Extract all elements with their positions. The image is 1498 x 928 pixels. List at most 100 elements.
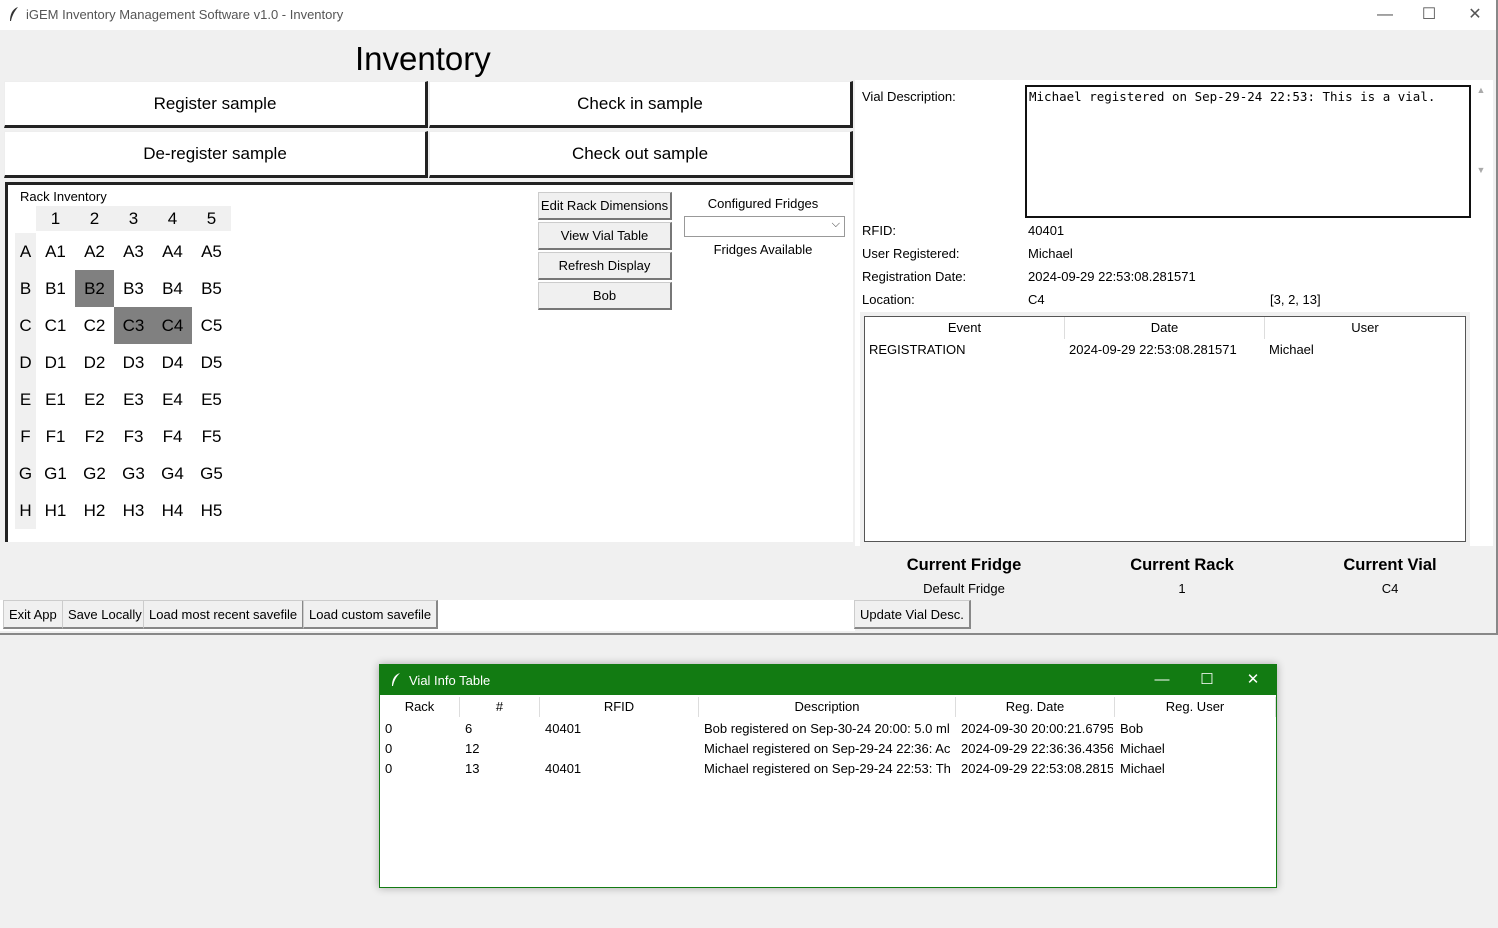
location-coords: [3, 2, 13] xyxy=(1270,292,1321,307)
minimize-icon[interactable]: — xyxy=(1142,669,1182,691)
save-locally-button[interactable]: Save Locally xyxy=(62,600,149,629)
row-header: E xyxy=(15,381,36,418)
vial-table-header[interactable]: Description xyxy=(699,697,956,717)
rack-cell-d4[interactable]: D4 xyxy=(153,344,192,381)
rack-cell-e5[interactable]: E5 xyxy=(192,381,231,418)
table-cell: 40401 xyxy=(545,721,582,736)
current-rack-heading: Current Rack xyxy=(1130,556,1234,574)
rack-cell-c5[interactable]: C5 xyxy=(192,307,231,344)
rack-cell-h5[interactable]: H5 xyxy=(192,492,231,529)
rfid-label: RFID: xyxy=(862,223,896,238)
edit-rack-dimensions-button[interactable]: Edit Rack Dimensions xyxy=(538,192,672,220)
chevron-down-icon: ⌵ xyxy=(831,218,840,230)
rack-cell-f5[interactable]: F5 xyxy=(192,418,231,455)
rack-cell-f1[interactable]: F1 xyxy=(36,418,75,455)
rack-cell-c3[interactable]: C3 xyxy=(114,307,153,344)
rack-cell-g3[interactable]: G3 xyxy=(114,455,153,492)
vial-table-header[interactable]: Reg. User xyxy=(1115,697,1276,717)
rack-cell-d1[interactable]: D1 xyxy=(36,344,75,381)
rack-cell-g5[interactable]: G5 xyxy=(192,455,231,492)
description-scrollbar[interactable]: ▲ ▼ xyxy=(1476,85,1486,218)
table-cell: 2024-09-29 22:53:08.2815 xyxy=(961,761,1113,776)
vial-table-header[interactable]: RFID xyxy=(540,697,699,717)
table-cell: Michael registered on Sep-29-24 22:36: A… xyxy=(704,741,951,756)
register-sample-button[interactable]: Register sample xyxy=(4,81,428,128)
rack-cell-c2[interactable]: C2 xyxy=(75,307,114,344)
view-vial-table-button[interactable]: View Vial Table xyxy=(538,222,672,250)
vial-table-header[interactable]: Rack xyxy=(380,697,460,717)
user-header[interactable]: User xyxy=(1265,317,1465,339)
vial-description-label: Vial Description: xyxy=(862,89,956,104)
minimize-icon[interactable]: — xyxy=(1365,4,1405,26)
rack-cell-c1[interactable]: C1 xyxy=(36,307,75,344)
current-fridge-heading: Current Fridge xyxy=(906,556,1022,574)
rack-cell-h4[interactable]: H4 xyxy=(153,492,192,529)
table-cell: 2024-09-30 20:00:21.6795( xyxy=(961,721,1113,736)
rack-cell-a4[interactable]: A4 xyxy=(153,233,192,270)
table-cell: 6 xyxy=(465,721,473,736)
vial-window-title-bar: Vial Info Table — ☐ ✕ xyxy=(380,665,1276,695)
fridges-available-label: Fridges Available xyxy=(713,242,813,257)
rack-inventory-title: Rack Inventory xyxy=(20,189,107,204)
rack-cell-f2[interactable]: F2 xyxy=(75,418,114,455)
check-in-sample-button[interactable]: Check in sample xyxy=(429,81,853,128)
date-header[interactable]: Date xyxy=(1065,317,1265,339)
update-vial-description-button[interactable]: Update Vial Desc. xyxy=(854,600,971,629)
rack-cell-f3[interactable]: F3 xyxy=(114,418,153,455)
column-header: 4 xyxy=(153,206,192,231)
rack-cell-g4[interactable]: G4 xyxy=(153,455,192,492)
rack-cell-d5[interactable]: D5 xyxy=(192,344,231,381)
rack-cell-b2[interactable]: B2 xyxy=(75,270,114,307)
maximize-icon[interactable]: ☐ xyxy=(1187,669,1227,691)
rack-cell-e2[interactable]: E2 xyxy=(75,381,114,418)
load-recent-savefile-button[interactable]: Load most recent savefile xyxy=(143,600,305,629)
rack-cell-a1[interactable]: A1 xyxy=(36,233,75,270)
rack-cell-f4[interactable]: F4 xyxy=(153,418,192,455)
user-button[interactable]: Bob xyxy=(538,282,672,310)
vial-details-panel: Vial Description: Michael registered on … xyxy=(855,80,1493,600)
rack-cell-g1[interactable]: G1 xyxy=(36,455,75,492)
table-cell: Michael registered on Sep-29-24 22:53: T… xyxy=(704,761,951,776)
rack-cell-b1[interactable]: B1 xyxy=(36,270,75,307)
rack-cell-d2[interactable]: D2 xyxy=(75,344,114,381)
column-header: 1 xyxy=(36,206,75,231)
rack-cell-h1[interactable]: H1 xyxy=(36,492,75,529)
vial-table-header[interactable]: Reg. Date xyxy=(956,697,1115,717)
rack-cell-e1[interactable]: E1 xyxy=(36,381,75,418)
rack-cell-h3[interactable]: H3 xyxy=(114,492,153,529)
vial-table-header[interactable]: # xyxy=(460,697,540,717)
rack-cell-a3[interactable]: A3 xyxy=(114,233,153,270)
table-cell: Bob registered on Sep-30-24 20:00: 5.0 m… xyxy=(704,721,950,736)
vial-description-textbox[interactable]: Michael registered on Sep-29-24 22:53: T… xyxy=(1025,85,1471,218)
rack-cell-b4[interactable]: B4 xyxy=(153,270,192,307)
fridge-select[interactable]: ⌵ xyxy=(684,216,845,237)
rack-cell-h2[interactable]: H2 xyxy=(75,492,114,529)
deregister-sample-button[interactable]: De-register sample xyxy=(4,131,428,178)
load-custom-savefile-button[interactable]: Load custom savefile xyxy=(303,600,439,629)
row-header: F xyxy=(15,418,36,455)
rack-cell-b3[interactable]: B3 xyxy=(114,270,153,307)
row-header: D xyxy=(15,344,36,381)
close-icon[interactable]: ✕ xyxy=(1455,4,1495,26)
rack-cell-b5[interactable]: B5 xyxy=(192,270,231,307)
rack-cell-e3[interactable]: E3 xyxy=(114,381,153,418)
rack-cell-a5[interactable]: A5 xyxy=(192,233,231,270)
rack-cell-g2[interactable]: G2 xyxy=(75,455,114,492)
exit-app-button[interactable]: Exit App xyxy=(3,600,64,629)
maximize-icon[interactable]: ☐ xyxy=(1409,4,1449,26)
rack-cell-a2[interactable]: A2 xyxy=(75,233,114,270)
user-registered-label: User Registered: xyxy=(862,246,960,261)
window-title: iGEM Inventory Management Software v1.0 … xyxy=(26,7,344,22)
close-icon[interactable]: ✕ xyxy=(1233,669,1273,691)
rack-cell-c4[interactable]: C4 xyxy=(153,307,192,344)
row-header: A xyxy=(15,233,36,270)
row-header: B xyxy=(15,270,36,307)
event-table[interactable]: Event Date User REGISTRATION 2024-09-29 … xyxy=(864,316,1466,542)
rack-cell-d3[interactable]: D3 xyxy=(114,344,153,381)
table-cell: Michael xyxy=(1120,741,1165,756)
rack-cell-e4[interactable]: E4 xyxy=(153,381,192,418)
refresh-display-button[interactable]: Refresh Display xyxy=(538,252,672,280)
feather-icon xyxy=(392,673,400,686)
event-header[interactable]: Event xyxy=(865,317,1065,339)
check-out-sample-button[interactable]: Check out sample xyxy=(429,131,853,178)
